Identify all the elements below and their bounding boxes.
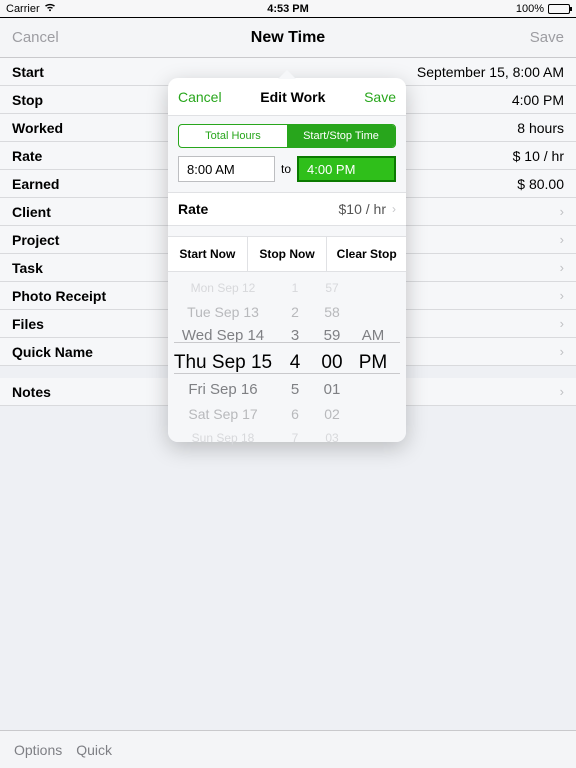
label: Worked <box>12 120 63 136</box>
popover-navbar: Cancel Edit Work Save <box>168 78 406 116</box>
chevron-right-icon: › <box>392 202 396 216</box>
chevron-right-icon: › <box>560 288 564 303</box>
label: Notes <box>12 384 51 400</box>
chevron-right-icon: › <box>560 344 564 359</box>
chevron-right-icon: › <box>560 204 564 219</box>
value: 4:00 PM <box>512 92 564 108</box>
rate-value: $10 / hr <box>339 201 386 217</box>
picker-date-column[interactable]: Mon Sep 12 Tue Sep 13 Wed Sep 14 Thu Sep… <box>168 272 278 442</box>
label: Client <box>12 204 51 220</box>
picker-hour-column[interactable]: 1 2 3 4 5 6 7 <box>278 272 312 442</box>
battery-icon <box>548 4 570 14</box>
picker-ampm-column[interactable]: AM PM <box>352 272 394 442</box>
label: Rate <box>12 148 42 164</box>
mode-segmented-control[interactable]: Total Hours Start/Stop Time <box>178 124 396 148</box>
chevron-right-icon: › <box>560 384 564 399</box>
chevron-right-icon: › <box>560 260 564 275</box>
segment-start-stop-time[interactable]: Start/Stop Time <box>287 125 395 147</box>
label: Photo Receipt <box>12 288 106 304</box>
popover-save-button[interactable]: Save <box>364 89 396 105</box>
to-label: to <box>281 162 291 176</box>
label: Start <box>12 64 44 80</box>
popover-title: Edit Work <box>260 89 325 105</box>
battery-label: 100% <box>516 3 544 15</box>
picker-minute-column[interactable]: 57 58 59 00 01 02 03 <box>312 272 352 442</box>
start-time-field[interactable]: 8:00 AM <box>178 156 275 182</box>
quick-actions: Start Now Stop Now Clear Stop <box>168 236 406 272</box>
chevron-right-icon: › <box>560 232 564 247</box>
save-button[interactable]: Save <box>530 29 564 46</box>
carrier-label: Carrier <box>6 3 40 15</box>
cancel-button[interactable]: Cancel <box>12 29 59 46</box>
bottom-toolbar: Options Quick <box>0 730 576 768</box>
stop-time-field[interactable]: 4:00 PM <box>297 156 396 182</box>
clear-stop-button[interactable]: Clear Stop <box>326 237 406 271</box>
value: September 15, 8:00 AM <box>417 64 564 80</box>
datetime-picker[interactable]: Mon Sep 12 Tue Sep 13 Wed Sep 14 Thu Sep… <box>168 272 406 442</box>
value: $ 10 / hr <box>513 148 564 164</box>
navbar: Cancel New Time Save <box>0 18 576 58</box>
value: $ 80.00 <box>517 176 564 192</box>
label: Earned <box>12 176 59 192</box>
popover-rate-row[interactable]: Rate $10 / hr › <box>168 192 406 226</box>
chevron-right-icon: › <box>560 316 564 331</box>
quick-button[interactable]: Quick <box>76 742 112 758</box>
label: Project <box>12 232 59 248</box>
label: Files <box>12 316 44 332</box>
segment-total-hours[interactable]: Total Hours <box>179 125 287 147</box>
edit-work-popover: Cancel Edit Work Save Total Hours Start/… <box>168 78 406 442</box>
start-now-button[interactable]: Start Now <box>168 237 247 271</box>
status-time: 4:53 PM <box>267 3 309 15</box>
stop-now-button[interactable]: Stop Now <box>247 237 327 271</box>
rate-label: Rate <box>178 201 208 217</box>
wifi-icon <box>44 3 56 15</box>
label: Quick Name <box>12 344 93 360</box>
popover-cancel-button[interactable]: Cancel <box>178 89 222 105</box>
label: Stop <box>12 92 43 108</box>
page-title: New Time <box>251 29 325 47</box>
label: Task <box>12 260 43 276</box>
status-bar: Carrier 4:53 PM 100% <box>0 0 576 18</box>
options-button[interactable]: Options <box>14 742 62 758</box>
value: 8 hours <box>517 120 564 136</box>
